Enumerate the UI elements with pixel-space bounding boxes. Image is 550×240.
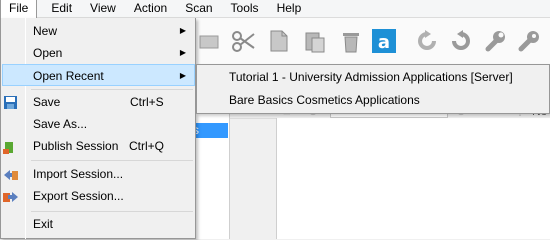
app-a-icon[interactable]: a (369, 24, 399, 58)
menu-item-label: Publish Session (33, 139, 119, 153)
menu-item-shortcut: Ctrl+S (130, 95, 164, 109)
chevron-right-icon: ▶ (179, 48, 186, 57)
import-icon (3, 167, 19, 181)
menu-view[interactable]: View (81, 0, 125, 18)
svg-text:a: a (378, 32, 390, 53)
chevron-right-icon: ▶ (179, 26, 186, 35)
menu-item-label: New (33, 24, 58, 38)
delete-icon[interactable] (336, 24, 366, 58)
menu-bar: File Edit View Action Scan Tools Help (0, 0, 550, 18)
menu-file[interactable]: File (0, 0, 38, 18)
canvas-panel (276, 118, 550, 239)
menu-item-export-session[interactable]: Export Session... (2, 185, 195, 207)
menu-item-import-session[interactable]: Import Session... (2, 163, 195, 185)
menu-item-open[interactable]: Open ▶ (2, 42, 195, 64)
menu-item-label: Save (33, 95, 61, 109)
menu-edit[interactable]: Edit (37, 0, 81, 18)
file-menu-dropdown: New ▶ Open ▶ Open Recent ▶ Save Ctrl+S S… (0, 18, 196, 239)
export-icon (3, 189, 19, 203)
menu-item-label: Exit (33, 217, 54, 231)
publish-icon (3, 139, 19, 154)
menu-separator (31, 160, 193, 161)
menu-item-label: Open Recent (33, 69, 104, 83)
menu-action[interactable]: Action (125, 0, 176, 18)
menu-item-open-recent[interactable]: Open Recent ▶ (2, 64, 195, 86)
copy-icon[interactable] (194, 24, 224, 58)
refresh-icon[interactable] (412, 24, 442, 58)
settings-icon[interactable] (514, 24, 544, 58)
menu-tools[interactable]: Tools (222, 0, 268, 18)
menu-item-save-as[interactable]: Save As... (2, 113, 195, 135)
floppy-disk-icon (3, 95, 19, 109)
menu-separator (31, 89, 193, 90)
menu-item-label: Export Session... (33, 189, 124, 203)
document-icon[interactable] (264, 24, 294, 58)
recent-item[interactable]: Tutorial 1 - University Admission Applic… (229, 66, 513, 88)
menu-item-new[interactable]: New ▶ (2, 20, 195, 42)
wrench-icon[interactable] (480, 24, 510, 58)
paste-icon[interactable] (300, 24, 330, 58)
menu-help[interactable]: Help (268, 0, 311, 18)
open-recent-submenu: Tutorial 1 - University Admission Applic… (196, 64, 550, 114)
menu-item-label: Open (33, 46, 63, 60)
recent-item[interactable]: Bare Basics Cosmetics Applications (229, 89, 420, 111)
menu-item-shortcut: Ctrl+Q (129, 139, 165, 153)
redo-icon[interactable] (446, 24, 476, 58)
chevron-right-icon: ▶ (179, 71, 186, 80)
menu-item-exit[interactable]: Exit (2, 213, 195, 235)
menu-item-label: Save As... (33, 117, 88, 131)
menu-item-label: Import Session... (33, 167, 124, 181)
menu-item-publish-session[interactable]: Publish Session Ctrl+Q (2, 135, 195, 157)
cut-icon[interactable] (228, 24, 258, 58)
menu-item-save[interactable]: Save Ctrl+S (2, 91, 195, 113)
menu-scan[interactable]: Scan (176, 0, 221, 18)
menu-separator (31, 211, 193, 212)
